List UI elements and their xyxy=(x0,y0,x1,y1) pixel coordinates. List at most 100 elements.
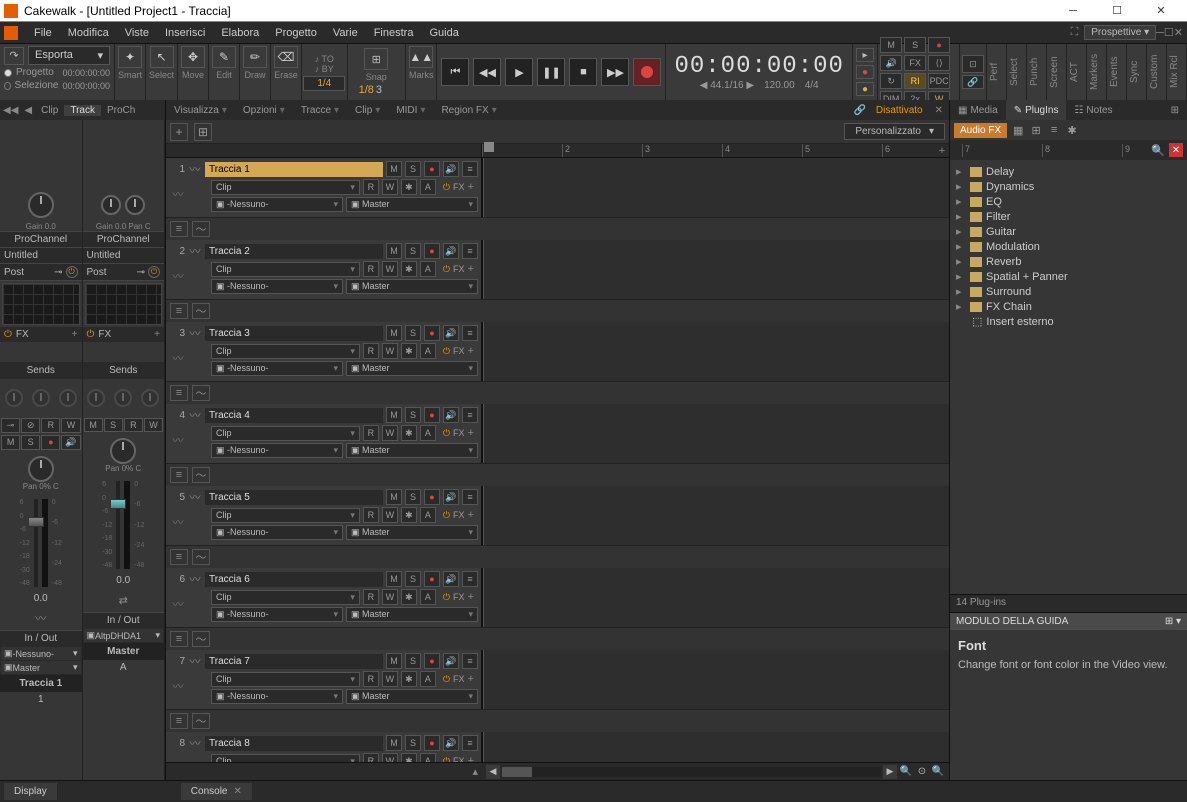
sidetab-screen[interactable]: Screen xyxy=(1047,44,1067,100)
archive-button[interactable]: A xyxy=(420,589,436,605)
tab-track[interactable]: Track xyxy=(64,105,101,116)
console-close[interactable]: ✕ xyxy=(234,786,242,797)
mute-button[interactable]: M xyxy=(386,653,402,669)
fx-add[interactable]: + xyxy=(468,755,478,762)
play-button[interactable]: ▶ xyxy=(505,58,533,86)
menu-file[interactable]: File xyxy=(26,27,60,39)
track-name[interactable]: Traccia 3 xyxy=(205,326,383,341)
expand-icon[interactable]: ▸ xyxy=(956,210,966,223)
tempo-display[interactable]: 120.00 xyxy=(764,80,795,91)
menu-elabora[interactable]: Elabora xyxy=(213,27,267,39)
expand-icon[interactable]: ▸ xyxy=(956,225,966,238)
br-icon-4[interactable]: ✱ xyxy=(1065,123,1079,137)
mute-button[interactable]: M xyxy=(880,37,902,53)
fx-power-icon[interactable]: ⏻ xyxy=(443,346,450,357)
output-select[interactable]: ▣ Master▾ xyxy=(346,607,478,622)
marks-icon[interactable]: ▲▲ xyxy=(409,46,433,68)
archive-button[interactable]: A xyxy=(420,425,436,441)
tree-node[interactable]: ▸FX Chain xyxy=(954,299,1183,314)
radio-selezione[interactable] xyxy=(4,82,11,90)
fx-power-icon[interactable]: ⏻ xyxy=(443,428,450,439)
track-name[interactable]: Traccia 1 xyxy=(205,162,383,177)
r-button[interactable]: R xyxy=(363,507,379,523)
stop-button[interactable]: ■ xyxy=(569,58,597,86)
track-lane[interactable] xyxy=(482,404,949,463)
r-button[interactable]: R xyxy=(363,261,379,277)
m-button[interactable]: M xyxy=(1,435,20,450)
sidetab-perf[interactable]: Perf xyxy=(987,44,1007,100)
add-track-button[interactable]: + xyxy=(170,123,188,141)
tree-node[interactable]: ▸Modulation xyxy=(954,239,1183,254)
tree-node[interactable]: ▸Guitar xyxy=(954,224,1183,239)
solo-button[interactable]: S xyxy=(405,571,421,587)
lanes-expand[interactable]: ≡ xyxy=(170,385,188,401)
tree-node[interactable]: ▸Delay xyxy=(954,164,1183,179)
w-button[interactable]: W xyxy=(382,753,398,762)
tree-node[interactable]: ▸Filter xyxy=(954,209,1183,224)
mute-button[interactable]: M xyxy=(386,407,402,423)
solo-button[interactable]: S xyxy=(405,653,421,669)
rewind-button[interactable]: ⏮ xyxy=(441,58,469,86)
w-button[interactable]: W xyxy=(382,425,398,441)
track-name[interactable]: Traccia 5 xyxy=(205,490,383,505)
output-select[interactable]: ▣ Master▾ xyxy=(346,197,478,212)
automation-expand[interactable]: 〜 xyxy=(192,631,210,647)
fx-button[interactable]: FX xyxy=(904,55,926,71)
br-icon-1[interactable]: ▦ xyxy=(1011,123,1025,137)
archive-button[interactable]: A xyxy=(420,507,436,523)
mon-button[interactable]: 🔊 xyxy=(61,435,80,450)
arm-button[interactable]: ● xyxy=(424,735,440,751)
w-button[interactable]: W xyxy=(382,261,398,277)
insp-left-arrow[interactable]: ◀◀ xyxy=(0,105,21,116)
freeze-button[interactable]: ✱ xyxy=(401,261,417,277)
input-select[interactable]: ▣ -Nessuno-▾ xyxy=(211,279,343,294)
tab-proch[interactable]: ProCh xyxy=(101,105,141,116)
loop-rec-icon[interactable]: ● xyxy=(856,65,874,79)
menu-inserisci[interactable]: Inserisci xyxy=(157,27,213,39)
expand-icon[interactable]: ≡ xyxy=(462,243,478,259)
br-icon-2[interactable]: ⊞ xyxy=(1029,123,1043,137)
menu-viste[interactable]: Viste xyxy=(117,27,157,39)
tab-display[interactable]: Display xyxy=(4,783,57,800)
expand-icon[interactable]: ▸ xyxy=(956,285,966,298)
track-header-8[interactable]: 8 〰 Traccia 8 M S ● 🔊 ≡ 〰 Clip▾ R W ✱ A … xyxy=(166,732,482,762)
sidetab-act[interactable]: ACT xyxy=(1067,44,1087,100)
expand-icon[interactable]: ▸ xyxy=(956,240,966,253)
volume-fader[interactable] xyxy=(34,499,38,587)
tab-regionfx[interactable]: Region FX▾ xyxy=(433,105,504,116)
maximize-button[interactable]: ☐ xyxy=(1095,0,1139,22)
track-name[interactable]: Traccia 8 xyxy=(205,736,383,751)
expand-icon[interactable]: ▸ xyxy=(956,195,966,208)
fx-add[interactable]: + xyxy=(468,345,478,357)
clip-select[interactable]: Clip▾ xyxy=(211,590,360,605)
tool-smart[interactable]: ✦ xyxy=(118,46,142,68)
sidetab-custom[interactable]: Custom xyxy=(1147,44,1167,100)
expand-icon[interactable]: ≡ xyxy=(462,325,478,341)
close-button[interactable]: ✕ xyxy=(1139,0,1183,22)
search-close[interactable]: ✕ xyxy=(1169,143,1183,157)
monitor-icon[interactable]: 🔊 xyxy=(443,407,459,423)
clip-select[interactable]: Clip▾ xyxy=(211,262,360,277)
solo-button[interactable]: S xyxy=(405,161,421,177)
arm-button-insp[interactable]: ● xyxy=(41,435,60,450)
audio-fx-tab[interactable]: Audio FX xyxy=(954,123,1007,138)
tool-erase[interactable]: ⌫ xyxy=(274,46,298,68)
output-select[interactable]: ▣ Master▾ xyxy=(346,689,478,704)
child-close[interactable]: ✕ xyxy=(1174,26,1183,39)
tab-plugins[interactable]: ✎ PlugIns xyxy=(1006,100,1067,120)
menu-guida[interactable]: Guida xyxy=(421,27,466,39)
prochannel-label[interactable]: ProChannel xyxy=(0,231,82,248)
curve-icon[interactable]: ↷ xyxy=(4,47,24,65)
menu-progetto[interactable]: Progetto xyxy=(267,27,325,39)
r-button[interactable]: R xyxy=(363,179,379,195)
fx-power-icon[interactable]: ⏻ xyxy=(443,592,450,603)
expand-icon[interactable]: ≡ xyxy=(462,161,478,177)
tab-tracce[interactable]: Tracce▾ xyxy=(293,105,347,116)
monitor-icon[interactable]: 🔊 xyxy=(443,735,459,751)
fx-power-icon[interactable]: ⏻ xyxy=(443,510,450,521)
r-button[interactable]: R xyxy=(363,343,379,359)
tab-clip[interactable]: Clip xyxy=(35,105,64,116)
track-header-5[interactable]: 5 〰 Traccia 5 M S ● 🔊 ≡ 〰 Clip▾ R W ✱ A … xyxy=(166,486,482,545)
track-header-6[interactable]: 6 〰 Traccia 6 M S ● 🔊 ≡ 〰 Clip▾ R W ✱ A … xyxy=(166,568,482,627)
output-select[interactable]: ▣ Master▾ xyxy=(1,661,81,674)
